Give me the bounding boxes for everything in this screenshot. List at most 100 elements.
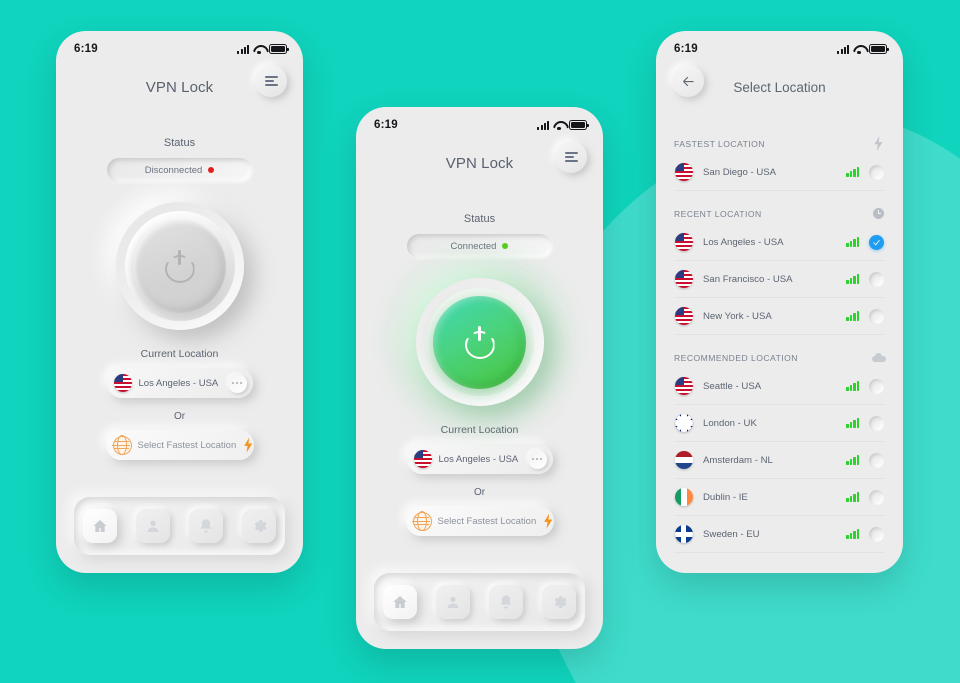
location-toggle[interactable] <box>869 526 884 542</box>
location-section-title: FASTEST LOCATION <box>674 138 765 149</box>
location-section-icon <box>872 136 885 151</box>
select-fastest-location-button[interactable]: Select Fastest Location <box>405 506 554 536</box>
nav-item-profile[interactable] <box>136 509 171 543</box>
signal-bars-icon <box>846 455 859 465</box>
status-badge-text: Connected <box>450 240 497 252</box>
more-options-button[interactable] <box>227 373 247 393</box>
location-name: Dublin - IE <box>703 491 748 503</box>
nav-item-home[interactable] <box>383 585 418 619</box>
nav-item-notifications[interactable] <box>488 585 523 619</box>
nav-item-settings[interactable] <box>241 509 276 543</box>
location-toggle[interactable] <box>869 378 884 394</box>
status-bar-time: 6:19 <box>374 119 398 131</box>
status-bar: 6:19 <box>356 107 603 135</box>
status-bar-time: 6:19 <box>674 43 698 55</box>
location-toggle[interactable] <box>869 489 884 505</box>
status-badge[interactable]: Connected <box>407 234 552 258</box>
signal-bars-icon <box>846 311 859 321</box>
location-section-header: RECENT LOCATION <box>674 207 885 220</box>
person-icon <box>447 596 459 608</box>
location-toggle[interactable] <box>869 415 884 431</box>
nav-item-home[interactable] <box>83 509 118 543</box>
location-name: Los Angeles - USA <box>703 236 784 248</box>
location-section-title: RECOMMENDED LOCATION <box>674 352 798 363</box>
cellular-signal-icon <box>537 120 549 130</box>
status-badge[interactable]: Disconnected <box>107 158 252 182</box>
phone-screen-connected: 6:19 VPN Lock Status Connected Current L… <box>356 107 603 649</box>
location-list-item[interactable]: Dublin - IE <box>674 479 885 516</box>
location-name: Amsterdam - NL <box>703 454 773 466</box>
status-bar: 6:19 <box>56 31 303 59</box>
bottom-navigation-bar <box>374 573 585 631</box>
location-section-title: RECENT LOCATION <box>674 208 762 219</box>
signal-bars-icon <box>846 529 859 539</box>
wifi-icon <box>853 45 865 54</box>
location-section-icon <box>872 351 886 364</box>
select-fastest-location-button[interactable]: Select Fastest Location <box>105 430 254 460</box>
current-location-value: Los Angeles - USA <box>138 377 219 389</box>
select-fastest-location-label: Select Fastest Location <box>137 439 237 451</box>
signal-bars-icon <box>846 492 859 502</box>
location-name: London - UK <box>703 417 757 429</box>
nav-item-profile[interactable] <box>436 585 471 619</box>
nav-item-settings[interactable] <box>541 585 576 619</box>
flag-us-icon <box>675 163 693 181</box>
flag-us-icon <box>675 233 693 251</box>
location-list-item[interactable]: Los Angeles - USA <box>674 224 885 261</box>
status-bar: 6:19 <box>656 31 903 59</box>
location-name: New York - USA <box>703 310 772 322</box>
nav-item-notifications[interactable] <box>188 509 223 543</box>
location-name: Sweden - EU <box>703 528 760 540</box>
location-list-item[interactable]: New York - USA <box>674 298 885 335</box>
power-icon <box>164 249 195 283</box>
location-list-item[interactable]: London - UK <box>674 405 885 442</box>
gear-icon <box>554 596 567 608</box>
flag-us-icon <box>675 307 693 325</box>
status-label: Status <box>163 137 196 149</box>
or-divider-label: Or <box>173 411 186 422</box>
back-button[interactable] <box>672 65 704 97</box>
flag-us-icon <box>413 450 432 468</box>
signal-bars-icon <box>846 381 859 391</box>
bottom-navigation-bar <box>74 497 285 555</box>
more-options-button[interactable] <box>527 449 547 469</box>
bell-icon <box>200 519 212 533</box>
current-location-selector[interactable]: Los Angeles - USA <box>106 368 253 398</box>
current-location-label: Current Location <box>440 424 519 436</box>
cloud-icon <box>872 353 886 362</box>
location-toggle[interactable] <box>869 164 884 180</box>
app-header: VPN Lock <box>356 135 603 191</box>
current-location-value: Los Angeles - USA <box>438 453 519 465</box>
current-location-selector[interactable]: Los Angeles - USA <box>406 444 553 474</box>
page-title: VPN Lock <box>445 154 514 172</box>
bell-icon <box>500 595 512 609</box>
location-toggle[interactable] <box>869 308 884 324</box>
signal-bars-icon <box>846 274 859 284</box>
location-list-item[interactable]: Seattle - USA <box>674 368 885 405</box>
select-location-header: Select Location <box>656 59 903 115</box>
location-list-item[interactable]: Sweden - EU <box>674 516 885 553</box>
location-name: San Diego - USA <box>703 166 777 178</box>
power-toggle-button[interactable] <box>415 278 544 406</box>
flag-us-icon <box>675 377 693 395</box>
location-selected-toggle[interactable] <box>869 234 884 250</box>
hamburger-menu-button[interactable] <box>555 141 587 173</box>
battery-icon <box>869 44 889 54</box>
location-list-item[interactable]: San Diego - USA <box>674 154 885 191</box>
hamburger-menu-button[interactable] <box>255 65 287 97</box>
globe-icon <box>412 511 432 531</box>
gear-icon <box>254 520 267 532</box>
power-toggle-button[interactable] <box>115 202 244 330</box>
power-icon <box>464 325 495 359</box>
location-list-item[interactable]: Amsterdam - NL <box>674 442 885 479</box>
location-section-icon <box>872 207 885 220</box>
flag-uk-icon <box>675 414 693 432</box>
location-toggle[interactable] <box>869 271 884 287</box>
flag-nl-icon <box>675 451 693 469</box>
location-toggle[interactable] <box>869 452 884 468</box>
status-badge-text: Disconnected <box>144 164 203 176</box>
location-section-header: FASTEST LOCATION <box>674 136 885 151</box>
status-bar-icons <box>537 120 589 130</box>
location-list-item[interactable]: San Francisco - USA <box>674 261 885 298</box>
home-icon <box>393 596 408 608</box>
